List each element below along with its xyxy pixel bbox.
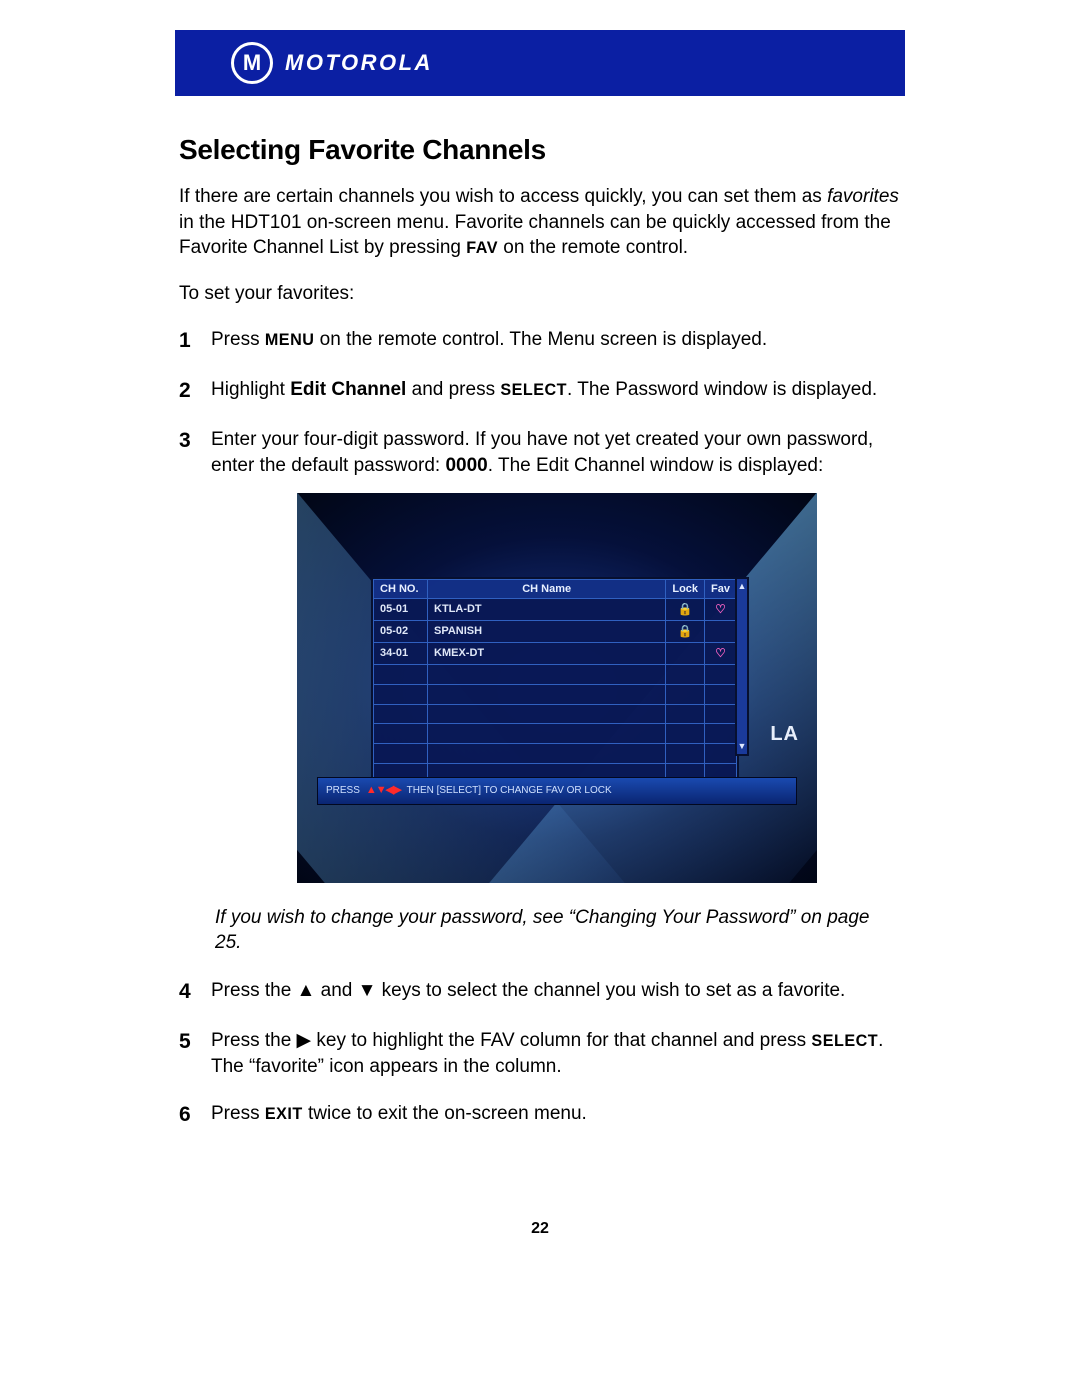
th-fav: Fav — [705, 579, 737, 599]
scroll-up-icon: ▲ — [738, 580, 747, 592]
th-chno: CH NO. — [374, 579, 428, 599]
heart-icon: ♡ — [715, 602, 726, 616]
text-bold: 0000 — [445, 455, 487, 476]
brand-logo: M MOTOROLA — [231, 42, 433, 84]
text: on the remote control. — [498, 237, 688, 258]
step-3: Enter your four-digit password. If you h… — [179, 427, 901, 882]
section-title: Selecting Favorite Channels — [179, 134, 901, 166]
steps-list-cont: Press the ▲ and ▼ keys to select the cha… — [179, 978, 901, 1130]
instruction-bar: PRESS ▲▼◀▶ THEN [SELECT] TO CHANGE FAV O… — [317, 777, 797, 805]
steps-list: Press MENU on the remote control. The Me… — [179, 327, 901, 883]
text: . The Password window is displayed. — [567, 379, 877, 400]
step-2: Highlight Edit Channel and press SELECT.… — [179, 377, 901, 405]
table-row — [374, 744, 737, 764]
lock-icon: 🔒 — [678, 624, 693, 638]
table-row: 34-01KMEX-DT♡ — [374, 643, 737, 665]
table-scrollbar: ▲ ▼ — [735, 577, 749, 756]
step-1: Press MENU on the remote control. The Me… — [179, 327, 901, 355]
step-5: Press the ▶ key to highlight the FAV col… — [179, 1028, 901, 1079]
content: Selecting Favorite Channels If there are… — [175, 96, 905, 1238]
step-4: Press the ▲ and ▼ keys to select the cha… — [179, 978, 901, 1006]
key-select: SELECT — [811, 1032, 878, 1050]
key-exit: EXIT — [265, 1105, 303, 1123]
text: twice to exit the on-screen menu. — [303, 1103, 587, 1124]
bg-text-la: LA — [770, 721, 799, 748]
text: on the remote control. The Menu screen i… — [314, 329, 767, 350]
edit-channel-screenshot: LA CH NO. CH Name Lock — [297, 493, 901, 883]
th-lock: Lock — [666, 579, 705, 599]
password-note: If you wish to change your password, see… — [215, 905, 901, 956]
arrow-keys-icon: ▲▼◀▶ — [366, 783, 401, 798]
text: Press the ▶ key to highlight the FAV col… — [211, 1030, 811, 1051]
lead-line: To set your favorites: — [179, 281, 901, 307]
motorola-batwing-icon: M — [231, 42, 273, 84]
step-6: Press EXIT twice to exit the on-screen m… — [179, 1101, 901, 1129]
scroll-down-icon: ▼ — [738, 740, 747, 752]
brand-wordmark: MOTOROLA — [285, 50, 433, 76]
table-row: 05-02SPANISH🔒 — [374, 621, 737, 643]
text: Highlight — [211, 379, 290, 400]
text: Press — [211, 329, 265, 350]
text: PRESS — [326, 784, 360, 798]
heart-icon: ♡ — [715, 646, 726, 660]
page: M MOTOROLA Selecting Favorite Channels I… — [175, 0, 905, 1238]
key-fav: FAV — [466, 239, 498, 257]
table-row — [374, 704, 737, 724]
text: Press — [211, 1103, 265, 1124]
table-row: 05-01KTLA-DT🔒♡ — [374, 599, 737, 621]
lock-icon: 🔒 — [678, 602, 693, 616]
intro-paragraph: If there are certain channels you wish t… — [179, 184, 901, 261]
th-chname: CH Name — [428, 579, 666, 599]
text: If there are certain channels you wish t… — [179, 186, 827, 207]
text: . The Edit Channel window is displayed: — [488, 455, 824, 476]
page-number: 22 — [179, 1220, 901, 1238]
table-row — [374, 724, 737, 744]
table-row — [374, 664, 737, 684]
text: Press the ▲ and ▼ keys to select the cha… — [211, 980, 845, 1001]
key-select: SELECT — [500, 381, 567, 399]
brand-banner: M MOTOROLA — [175, 30, 905, 96]
table-row — [374, 684, 737, 704]
channel-table: CH NO. CH Name Lock Fav 05-01KTLA-DT🔒♡05… — [371, 577, 739, 786]
text-bold: Edit Channel — [290, 379, 406, 400]
key-menu: MENU — [265, 331, 315, 349]
text: and press — [406, 379, 500, 400]
text: THEN [SELECT] TO CHANGE FAV OR LOCK — [407, 784, 612, 798]
text-emph: favorites — [827, 186, 899, 207]
